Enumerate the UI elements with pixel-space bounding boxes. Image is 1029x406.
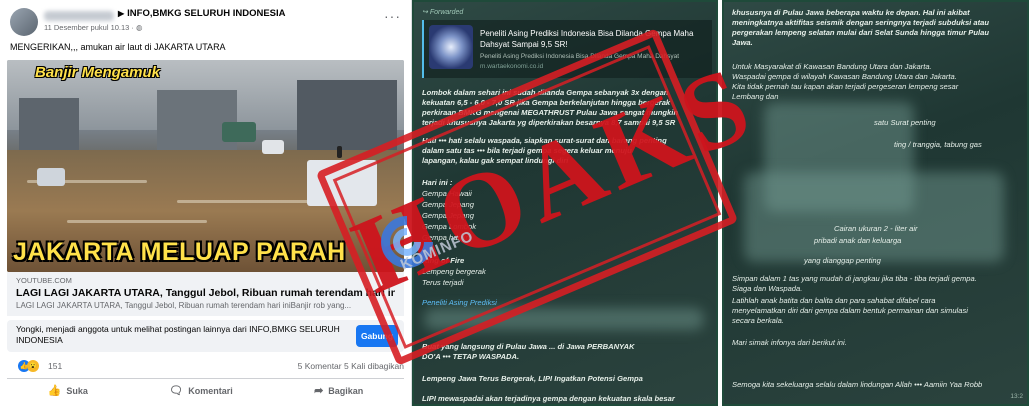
chat-screenshot-right: khususnya di Pulau Jawa beberapa waktu k…	[722, 0, 1029, 406]
image-title-bottom: JAKARTA MELUAP PARAH	[13, 238, 346, 266]
chat-line: Kita tidak pernah tau kapan akan terjadi…	[732, 82, 959, 91]
triangle-right-icon: ▶	[118, 9, 125, 18]
image-vehicle	[262, 140, 284, 154]
post-date[interactable]: 11 Desember pukul 10.13 · ◍	[44, 23, 143, 32]
like-label: Suka	[66, 385, 88, 396]
globe-icon: ◍	[136, 23, 143, 32]
post-date-text: 11 Desember pukul 10.13 ·	[44, 23, 136, 32]
share-label: Bagikan	[328, 385, 364, 396]
preview-url: m.wartaekonomi.co.id	[480, 63, 544, 70]
chat-line: pribadi anak dan keluarga	[814, 236, 902, 245]
post-header: ▶ INFO,BMKG SELURUH INDONESIA 11 Desember…	[10, 8, 405, 36]
chat-line: Untuk Masyarakat di Kawasan Bandung Utar…	[732, 62, 932, 71]
join-group-banner: Yongki, menjadi anggota untuk melihat po…	[7, 320, 404, 352]
chat-line: satu Surat penting	[874, 118, 936, 127]
chat-line: pergerakan lempeng selatan mulai dari Se…	[732, 28, 989, 37]
link-domain: YOUTUBE.COM	[16, 276, 72, 285]
link-title[interactable]: LAGI LAGI JAKARTA UTARA, Tanggul Jebol, …	[16, 287, 395, 299]
chat-line: Lempeng Jawa Terus Bergerak, LIPI Ingatk…	[422, 374, 643, 383]
image-building	[297, 80, 397, 152]
comment-button[interactable]: 🗨 Komentari	[169, 384, 232, 397]
image-building	[157, 90, 237, 152]
chat-line: meningkatnya aktifitas seismik dengan se…	[732, 18, 990, 27]
chat-line: Semoga kita sekeluarga selalu dalam lind…	[732, 380, 983, 389]
page-name-line[interactable]: ▶ INFO,BMKG SELURUH INDONESIA	[118, 8, 286, 19]
chat-line: Mari simak infonya dari berikut ini.	[732, 338, 847, 347]
thumbs-up-icon: 👍	[47, 385, 62, 397]
chat-line: secara berkala.	[732, 316, 784, 325]
reaction-bar: 👍 😮 151 5 Komentar 5 Kali dibagikan	[18, 360, 404, 374]
chat-line: Waspadai gempa di wilayah Kawasan Bandun…	[732, 72, 957, 81]
share-button[interactable]: ➦ Bagikan	[314, 384, 363, 397]
chat-line: khususnya di Pulau Jawa beberapa waktu k…	[732, 8, 970, 17]
image-vehicle	[222, 122, 256, 142]
page-name[interactable]: INFO,BMKG SELURUH INDONESIA	[127, 8, 285, 19]
image-vehicle	[37, 168, 65, 186]
image-title-top: Banjir Mengamuk	[35, 64, 161, 81]
chat-line: Siaga dan Waspada.	[732, 284, 803, 293]
reaction-count[interactable]: 151	[48, 361, 62, 371]
comment-label: Komentari	[188, 385, 233, 396]
chat-line: Jawa.	[732, 38, 753, 47]
image-ripple	[67, 220, 207, 223]
comments-shares-count[interactable]: 5 Komentar 5 Kali dibagikan	[298, 361, 404, 371]
chat-line: menyelamatkan diri dari gempa dalam bent…	[732, 306, 968, 315]
forwarded-text: Forwarded	[429, 9, 464, 16]
chat-line: LIPI mewaspadai akan terjadinya gempa de…	[422, 394, 675, 403]
chat-line: ting / tranggia, tabung gas	[894, 140, 982, 149]
like-button[interactable]: 👍 Suka	[48, 384, 88, 397]
preview-title: Peneliti Asing Prediksi Indonesia Bisa D…	[480, 29, 694, 49]
reaction-icons[interactable]: 👍 😮	[18, 360, 39, 372]
post-actions: 👍 Suka 🗨 Komentari ➦ Bagikan	[7, 378, 404, 402]
chat-line: yang dianggap penting	[804, 256, 881, 265]
forwarded-label: ↪ Forwarded	[422, 9, 464, 16]
join-prompt: Yongki, menjadi anggota untuk melihat po…	[16, 324, 340, 345]
chat-line: Buat yang langsung di Pulau Jawa ... di …	[422, 342, 635, 351]
avatar[interactable]	[10, 8, 38, 36]
image-person	[337, 146, 342, 158]
chat-line: Cairan ukuran 2 - liter air	[834, 224, 918, 233]
image-building	[19, 98, 79, 153]
chat-line: Latihlah anak batita dan balita dan para…	[732, 296, 936, 305]
link-description: LAGI LAGI JAKARTA UTARA, Tanggul Jebol, …	[16, 301, 352, 310]
blurred-user-name	[44, 11, 114, 21]
chat-line: Simpan dalam 1 tas yang mudah di jangkau…	[732, 274, 977, 283]
link-preview[interactable]: YOUTUBE.COM LAGI LAGI JAKARTA UTARA, Tan…	[7, 272, 404, 316]
blurred-region	[744, 172, 1004, 262]
share-arrow-icon: ➦	[314, 385, 324, 397]
wow-reaction-icon: 😮	[27, 360, 39, 372]
message-timestamp: 13:2	[1010, 393, 1023, 400]
chat-line: DO'A ••• TETAP WASPADA.	[422, 352, 520, 361]
post-caption: MENGERIKAN,,, amukan air laut di JAKARTA…	[10, 42, 226, 52]
speech-bubble-icon: 🗨	[169, 385, 184, 397]
more-options-button[interactable]: ···	[384, 8, 401, 24]
preview-thumbnail	[429, 25, 473, 69]
